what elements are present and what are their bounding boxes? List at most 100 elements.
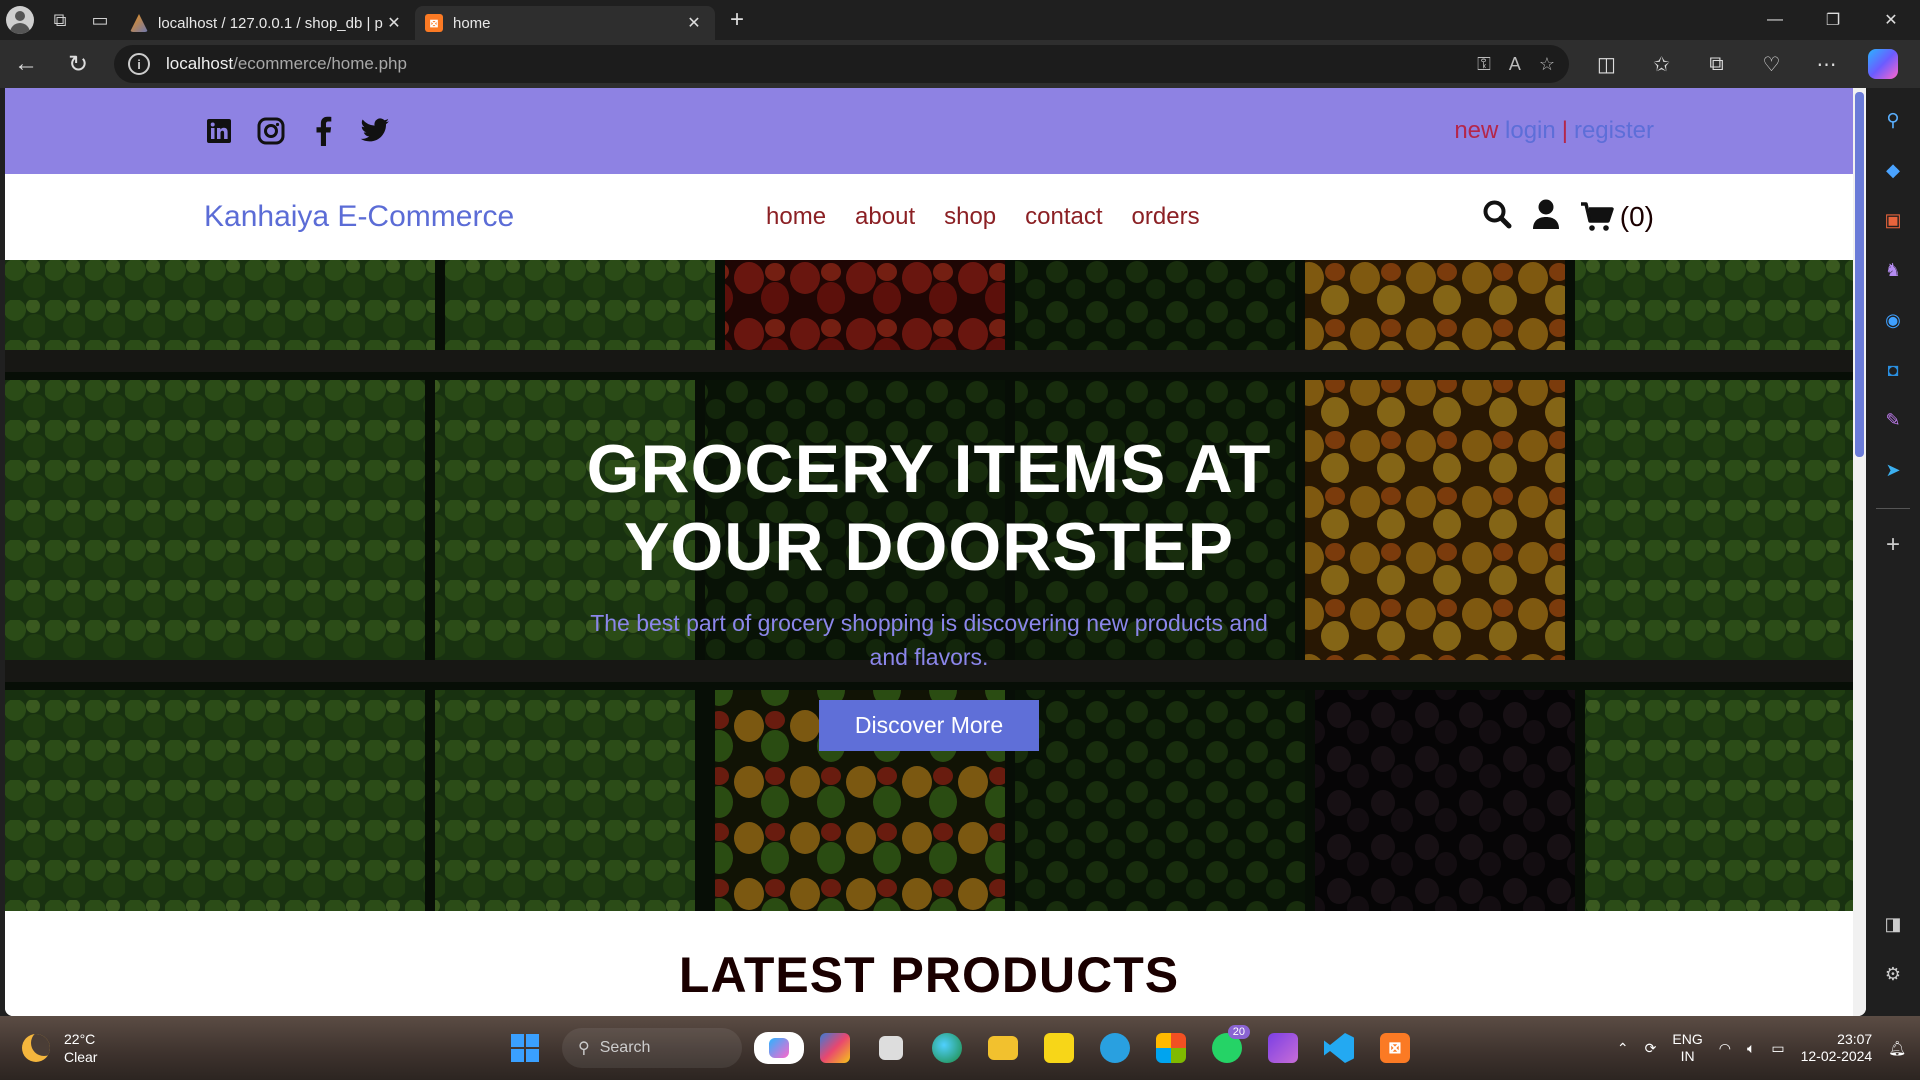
close-tab-icon[interactable]: ✕ [383, 13, 405, 33]
cart-count: (0) [1619, 201, 1654, 232]
designer-icon[interactable]: ✎ [1875, 402, 1911, 438]
key-icon[interactable]: ⚿ [1477, 54, 1491, 75]
tab-home[interactable]: ⊠ home ✕ [415, 6, 715, 40]
page-scrollbar[interactable] [1853, 88, 1866, 1016]
scrollbar-thumb[interactable] [1855, 92, 1864, 457]
close-tab-icon[interactable]: ✕ [683, 13, 705, 33]
instagram-icon[interactable] [256, 116, 286, 146]
sidebar-layout-icon[interactable]: ◨ [1875, 906, 1911, 942]
discover-more-button[interactable]: Discover More [819, 700, 1039, 751]
hero-title: GROCERY ITEMS AT YOUR DOORSTEP [5, 430, 1853, 586]
telegram-icon[interactable] [1090, 1023, 1140, 1073]
whatsapp-icon[interactable]: 20 [1202, 1023, 1252, 1073]
nav-home[interactable]: home [766, 203, 826, 231]
hero-title-line2: YOUR DOORSTEP [624, 509, 1234, 585]
microsoft-store-icon[interactable] [1146, 1023, 1196, 1073]
battery-icon[interactable]: ▭ [1771, 1040, 1784, 1057]
settings-gear-icon[interactable]: ⚙ [1875, 956, 1911, 992]
copilot-icon[interactable] [1868, 49, 1898, 79]
read-aloud-icon[interactable]: A [1509, 54, 1521, 75]
workspaces-icon[interactable]: ⧉ [40, 0, 80, 40]
favorite-star-icon[interactable]: ☆ [1539, 54, 1555, 75]
split-screen-icon[interactable]: ◫ [1579, 40, 1634, 88]
nav-contact[interactable]: contact [1025, 203, 1102, 231]
weather-temp: 22°C [64, 1031, 96, 1047]
latest-products-section: LATEST PRODUCTS [5, 911, 1853, 1016]
nav-shop[interactable]: shop [944, 203, 996, 231]
new-tab-button[interactable]: + [719, 2, 755, 38]
collections-icon[interactable]: ⧉ [1689, 40, 1744, 88]
copilot-taskbar-icon[interactable] [754, 1023, 804, 1073]
browser-essentials-icon[interactable]: ♡ [1744, 40, 1799, 88]
outlook-icon[interactable]: ◘ [1875, 352, 1911, 388]
main-nav: home about shop contact orders [766, 203, 1200, 231]
clock-time: 23:07 [1837, 1031, 1873, 1047]
windows-taskbar: 22°C Clear ⚲ Search 20 ⊠ ⌃ ⟳ ENG IN ◠ 🔈︎… [0, 1016, 1920, 1080]
hero-banner: GROCERY ITEMS AT YOUR DOORSTEP The best … [5, 260, 1853, 911]
twitter-icon[interactable] [360, 116, 390, 146]
toolbox-icon[interactable]: ▣ [1875, 202, 1911, 238]
shopping-tag-icon[interactable]: ◆ [1875, 152, 1911, 188]
add-sidebar-app-icon[interactable]: + [1875, 527, 1911, 563]
browser-sidebar: ⚲ ◆ ▣ ♞ ◉ ◘ ✎ ➤ + ◨ ⚙ [1866, 88, 1920, 1016]
hero-title-line1: GROCERY ITEMS AT [586, 431, 1272, 507]
games-icon[interactable]: ♞ [1875, 252, 1911, 288]
weather-desc: Clear [64, 1049, 98, 1065]
search-icon[interactable]: ⚲ [1875, 102, 1911, 138]
search-icon: ⚲ [578, 1040, 590, 1057]
url-host: localhost [166, 54, 234, 73]
more-menu-icon[interactable]: ⋯ [1799, 40, 1854, 88]
close-window-icon[interactable]: ✕ [1862, 0, 1920, 40]
taskbar-search[interactable]: ⚲ Search [562, 1028, 742, 1068]
linkedin-icon[interactable] [204, 116, 234, 146]
register-link[interactable]: register [1574, 117, 1654, 144]
chevron-up-icon[interactable]: ⌃ [1617, 1040, 1629, 1057]
browser-titlebar: ⧉ ▭ localhost / 127.0.0.1 / shop_db | p … [0, 0, 1920, 40]
language-indicator[interactable]: ENG IN [1672, 1031, 1702, 1065]
weather-widget[interactable]: 22°C Clear [22, 1030, 97, 1066]
premiere-app-icon[interactable] [810, 1023, 860, 1073]
profile-avatar-icon[interactable] [0, 0, 40, 40]
clipchamp-icon[interactable] [1258, 1023, 1308, 1073]
search-icon[interactable] [1482, 199, 1512, 236]
lang-code: ENG [1672, 1031, 1703, 1047]
vscode-icon[interactable] [1314, 1023, 1364, 1073]
start-button[interactable] [500, 1023, 550, 1073]
sync-icon[interactable]: ⟳ [1645, 1040, 1657, 1057]
tab-actions-icon[interactable]: ▭ [80, 0, 120, 40]
sticky-notes-icon[interactable] [1034, 1023, 1084, 1073]
volume-icon[interactable]: 🔈︎ [1747, 1040, 1755, 1057]
site-logo[interactable]: Kanhaiya E-Commerce [204, 200, 514, 234]
url-path: /ecommerce/home.php [233, 54, 407, 73]
task-view-icon[interactable] [866, 1023, 916, 1073]
back-arrow-icon[interactable]: ← [0, 40, 52, 88]
wifi-icon[interactable]: ◠ [1719, 1040, 1731, 1057]
minimize-icon[interactable]: — [1746, 0, 1804, 40]
hero-subtitle: The best part of grocery shopping is dis… [590, 610, 1268, 670]
cart-icon [1580, 202, 1614, 231]
tab-phpmyadmin[interactable]: localhost / 127.0.0.1 / shop_db | p ✕ [120, 6, 415, 40]
favorites-icon[interactable]: ✩ [1634, 40, 1689, 88]
nav-orders[interactable]: orders [1132, 203, 1200, 231]
clock[interactable]: 23:07 12-02-2024 [1801, 1031, 1873, 1065]
moon-icon [22, 1034, 50, 1062]
file-explorer-icon[interactable] [978, 1023, 1028, 1073]
facebook-icon[interactable] [308, 116, 338, 146]
user-icon[interactable] [1532, 199, 1560, 236]
telegram-icon[interactable]: ➤ [1875, 452, 1911, 488]
url-input[interactable]: i localhost/ecommerce/home.php ⚿ A ☆ [114, 45, 1569, 83]
xampp-icon[interactable]: ⊠ [1370, 1023, 1420, 1073]
copilot-sidebar-icon[interactable]: ◉ [1875, 302, 1911, 338]
restore-icon[interactable]: ❐ [1804, 0, 1862, 40]
nav-about[interactable]: about [855, 203, 915, 231]
cart-button[interactable]: (0) [1580, 201, 1654, 233]
refresh-icon[interactable]: ↻ [52, 40, 104, 88]
edge-browser-icon[interactable] [922, 1023, 972, 1073]
notification-bell-icon[interactable]: 🔔︎ [1888, 1040, 1906, 1057]
hero-content: GROCERY ITEMS AT YOUR DOORSTEP The best … [5, 430, 1853, 751]
address-toolbar: ← ↻ i localhost/ecommerce/home.php ⚿ A ☆… [0, 40, 1920, 88]
site-info-icon[interactable]: i [128, 53, 150, 75]
whatsapp-badge: 20 [1227, 1025, 1250, 1039]
system-tray: ⌃ ⟳ ENG IN ◠ 🔈︎ ▭ 23:07 12-02-2024 🔔︎ [1617, 1031, 1906, 1065]
login-link[interactable]: login [1505, 117, 1556, 144]
